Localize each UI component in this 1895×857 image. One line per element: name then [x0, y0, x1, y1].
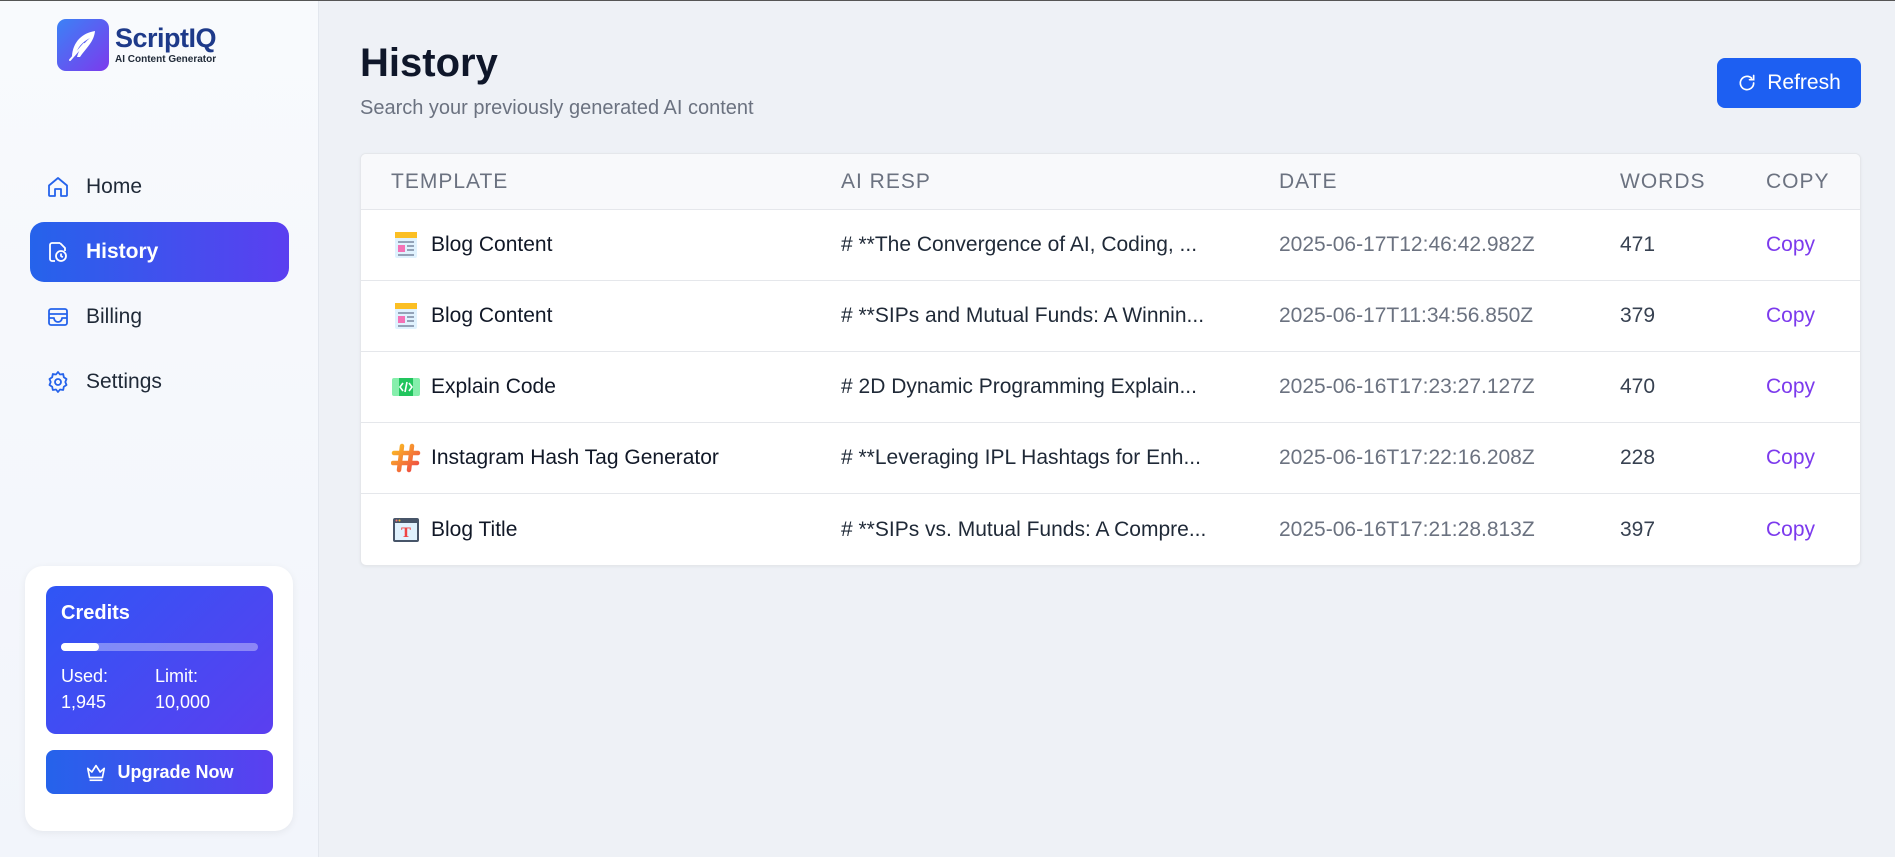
word-count: 471	[1620, 233, 1656, 256]
code-icon	[391, 372, 421, 402]
credits-used-label: Used:	[61, 666, 109, 686]
column-header-template[interactable]: TEMPLATE	[391, 170, 508, 194]
column-header-copy: COPY	[1766, 169, 1830, 193]
feather-icon	[57, 19, 109, 71]
history-icon	[49, 242, 67, 262]
credits-panel: Credits Used: 1,945 Limit: 10,000 Upgrad…	[25, 566, 293, 831]
credits-card: Credits Used: 1,945 Limit: 10,000	[46, 586, 273, 734]
table-header: TEMPLATE AI RESP DATE WORDS COPY	[361, 154, 1860, 210]
sidebar-item-home[interactable]: Home	[30, 157, 289, 217]
sidebar-item-billing[interactable]: Billing	[30, 287, 289, 347]
credits-progress-fill	[61, 643, 100, 651]
template-name: Blog Content	[431, 304, 553, 327]
template-name: Instagram Hash Tag Generator	[431, 446, 719, 469]
column-header-words[interactable]: WORDS	[1620, 170, 1706, 194]
template-name: Blog Title	[431, 517, 518, 541]
sidebar-item-label: Home	[86, 175, 143, 198]
copy-link[interactable]: Copy	[1766, 304, 1815, 328]
brand-logo[interactable]: ScriptIQ AI Content Generator	[57, 19, 217, 71]
credits-title: Credits	[61, 602, 130, 624]
title-window-icon: T	[391, 515, 421, 545]
template-name: Blog Content	[431, 233, 553, 256]
sidebar-item-history[interactable]: History	[30, 222, 289, 282]
refresh-label: Refresh	[1767, 71, 1841, 94]
page-title: History	[360, 41, 498, 85]
date: 2025-06-17T12:46:42.982Z	[1279, 233, 1535, 256]
column-header-date[interactable]: DATE	[1279, 170, 1337, 194]
upgrade-now-label: Upgrade Now	[117, 761, 234, 782]
copy-link[interactable]: Copy	[1766, 233, 1815, 257]
date: 2025-06-16T17:22:16.208Z	[1279, 446, 1535, 469]
blog-doc-icon	[391, 301, 421, 331]
brand-name: ScriptIQ	[115, 23, 217, 53]
word-count: 379	[1620, 304, 1656, 327]
table-row[interactable]: Blog Content # **The Convergence of AI, …	[361, 210, 1860, 281]
table-row[interactable]: T Blog Title # **SIPs vs. Mutual Funds: …	[361, 494, 1860, 565]
brand-tagline: AI Content Generator	[115, 54, 217, 65]
history-table: TEMPLATE AI RESP DATE WORDS COPY Blog Co…	[360, 153, 1861, 566]
table-row[interactable]: Explain Code # 2D Dynamic Programming Ex…	[361, 352, 1860, 423]
template-name: Explain Code	[431, 375, 556, 398]
home-icon	[48, 177, 68, 197]
ai-response: # **Leveraging IPL Hashtags for Enh...	[841, 446, 1201, 469]
upgrade-now-button[interactable]: Upgrade Now	[46, 750, 273, 794]
table-row[interactable]: Instagram Hash Tag Generator # **Leverag…	[361, 423, 1860, 494]
sidebar-item-label: Billing	[86, 305, 143, 328]
copy-link[interactable]: Copy	[1766, 518, 1815, 542]
sidebar-item-label: Settings	[86, 370, 162, 393]
copy-link[interactable]: Copy	[1766, 375, 1815, 399]
refresh-icon	[1739, 74, 1755, 91]
page-subtitle: Search your previously generated AI cont…	[360, 97, 754, 119]
credits-limit-value: 10,000	[155, 692, 211, 712]
hashtag-icon	[391, 443, 421, 473]
credits-used-value: 1,945	[61, 692, 107, 712]
blog-doc-icon	[391, 230, 421, 260]
word-count: 397	[1620, 517, 1656, 541]
ai-response: # 2D Dynamic Programming Explain...	[841, 375, 1197, 398]
gear-icon	[48, 371, 68, 393]
credits-limit-label: Limit:	[155, 666, 199, 686]
credits-progress-bar	[61, 643, 258, 651]
date: 2025-06-16T17:21:28.813Z	[1279, 517, 1535, 541]
crown-icon	[87, 764, 106, 782]
sidebar-item-label: History	[86, 240, 159, 263]
refresh-button[interactable]: Refresh	[1717, 58, 1861, 108]
column-header-ai-resp[interactable]: AI RESP	[841, 170, 931, 194]
ai-response: # **SIPs vs. Mutual Funds: A Compre...	[841, 517, 1207, 541]
ai-response: # **The Convergence of AI, Coding, ...	[841, 233, 1198, 256]
wallet-icon	[48, 308, 68, 326]
sidebar-item-settings[interactable]: Settings	[30, 352, 289, 412]
copy-link[interactable]: Copy	[1766, 446, 1815, 470]
date: 2025-06-17T11:34:56.850Z	[1279, 304, 1534, 327]
svg-text:T: T	[401, 526, 411, 541]
table-row[interactable]: Blog Content # **SIPs and Mutual Funds: …	[361, 281, 1860, 352]
ai-response: # **SIPs and Mutual Funds: A Winnin...	[841, 304, 1205, 327]
sidebar: ScriptIQ AI Content Generator Home Histo…	[0, 1, 319, 857]
sidebar-nav: Home History Billing Settings	[30, 157, 289, 417]
date: 2025-06-16T17:23:27.127Z	[1279, 375, 1535, 398]
word-count: 470	[1620, 375, 1656, 398]
word-count: 228	[1620, 446, 1656, 469]
